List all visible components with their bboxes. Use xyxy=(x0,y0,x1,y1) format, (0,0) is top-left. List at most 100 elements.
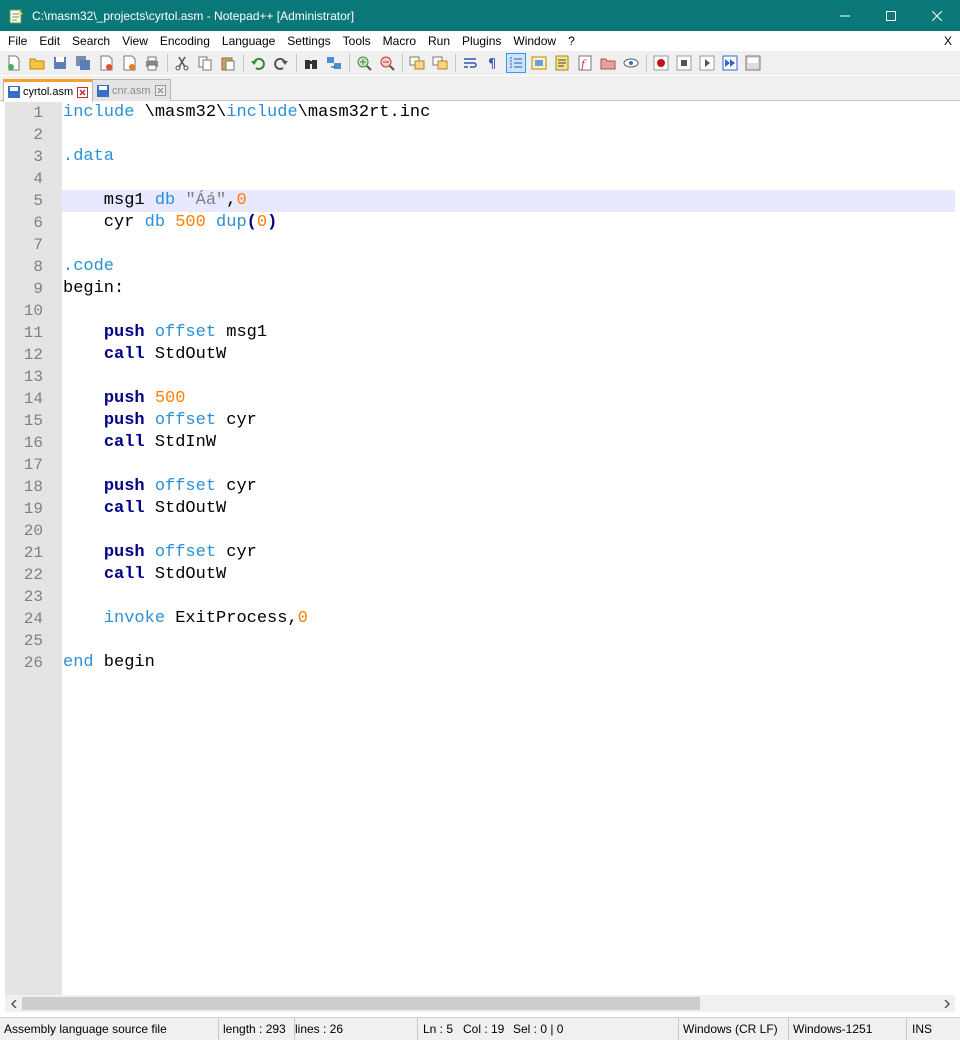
sync-horizontal-button[interactable] xyxy=(430,53,450,73)
code-line[interactable]: 17 xyxy=(5,454,955,476)
zoom-in-button[interactable] xyxy=(354,53,374,73)
tab-close-icon[interactable] xyxy=(154,85,166,96)
word-wrap-button[interactable] xyxy=(460,53,480,73)
stop-recording-button[interactable] xyxy=(674,53,694,73)
indent-guide-button[interactable] xyxy=(506,53,526,73)
chevron-left-icon xyxy=(10,999,17,1008)
find-button[interactable] xyxy=(301,53,321,73)
code-editor[interactable]: 1 include \masm32\include\masm32rt.inc 2 3.… xyxy=(5,102,955,995)
code-line[interactable]: 22 call StdOutW xyxy=(5,564,955,586)
close-all-icon xyxy=(123,55,136,71)
run-macro-multiple-button[interactable] xyxy=(720,53,740,73)
code-token: StdOutW xyxy=(144,499,227,518)
code-text-area[interactable]: 1 include \masm32\include\masm32rt.inc 2 3.… xyxy=(5,102,955,995)
code-line[interactable]: 25 xyxy=(5,630,955,652)
code-line[interactable]: 7 xyxy=(5,234,955,256)
menu-plugins[interactable]: Plugins xyxy=(456,31,507,51)
menu-window[interactable]: Window xyxy=(507,31,562,51)
tab-close-icon[interactable] xyxy=(77,86,89,98)
maximize-button[interactable] xyxy=(868,0,914,31)
menu-search[interactable]: Search xyxy=(66,31,116,51)
paste-icon xyxy=(221,57,235,71)
menu-tools[interactable]: Tools xyxy=(337,31,377,51)
close-document-button[interactable]: X xyxy=(944,31,952,51)
code-line[interactable]: 14 push 500 xyxy=(5,388,955,410)
code-line[interactable]: 4 xyxy=(5,168,955,190)
zoom-out-button[interactable] xyxy=(377,53,397,73)
code-line[interactable]: 23 xyxy=(5,586,955,608)
code-line[interactable]: 19 call StdOutW xyxy=(5,498,955,520)
new-file-button[interactable] xyxy=(4,53,24,73)
close-window-button[interactable] xyxy=(914,0,960,31)
menu-language[interactable]: Language xyxy=(216,31,281,51)
print-button[interactable] xyxy=(142,53,162,73)
cut-button[interactable] xyxy=(172,53,192,73)
code-line[interactable]: 9 begin: xyxy=(5,278,955,300)
user-defined-language-button[interactable] xyxy=(529,53,549,73)
menu-view[interactable]: View xyxy=(116,31,154,51)
code-line[interactable]: 12 call StdOutW xyxy=(5,344,955,366)
menu-help[interactable]: ? xyxy=(562,31,581,51)
open-file-button[interactable] xyxy=(27,53,47,73)
horizontal-scrollbar[interactable] xyxy=(5,995,955,1012)
tab-cnr-asm[interactable]: cnr.asm xyxy=(92,79,171,101)
menu-encoding[interactable]: Encoding xyxy=(154,31,216,51)
close-button[interactable] xyxy=(96,53,116,73)
menu-settings[interactable]: Settings xyxy=(281,31,336,51)
code-line[interactable]: 1 include \masm32\include\masm32rt.inc xyxy=(5,102,955,124)
record-macro-button[interactable] xyxy=(651,53,671,73)
sync-vertical-button[interactable] xyxy=(407,53,427,73)
code-line[interactable]: 5 msg1 db "Áá",0 xyxy=(5,190,955,212)
minimize-button[interactable] xyxy=(822,0,868,31)
code-token: offset xyxy=(154,323,217,342)
save-macro-button[interactable] xyxy=(743,53,763,73)
code-line[interactable]: 20 xyxy=(5,520,955,542)
status-encoding[interactable]: Windows-1251 xyxy=(789,1018,907,1040)
replace-button[interactable] xyxy=(324,53,344,73)
code-line[interactable]: 15 push offset cyr xyxy=(5,410,955,432)
redo-button[interactable] xyxy=(271,53,291,73)
save-all-button[interactable] xyxy=(73,53,93,73)
code-line[interactable]: 2 xyxy=(5,124,955,146)
scroll-left-button[interactable] xyxy=(5,995,22,1012)
code-line[interactable]: 16 call StdInW xyxy=(5,432,955,454)
copy-button[interactable] xyxy=(195,53,215,73)
function-list-button[interactable]: f xyxy=(575,53,595,73)
save-button[interactable] xyxy=(50,53,70,73)
code-line[interactable]: 11 push offset msg1 xyxy=(5,322,955,344)
zoom-in-icon xyxy=(357,56,372,71)
undo-button[interactable] xyxy=(248,53,268,73)
menu-macro[interactable]: Macro xyxy=(377,31,422,51)
tab-cyrtol-asm[interactable]: cyrtol.asm xyxy=(3,79,94,102)
line-text: call StdOutW xyxy=(63,498,226,520)
menu-file[interactable]: File xyxy=(2,31,33,51)
folder-as-workspace-button[interactable] xyxy=(598,53,618,73)
scroll-right-button[interactable] xyxy=(938,995,955,1012)
function-list-icon: f xyxy=(578,55,592,71)
scrollbar-thumb[interactable] xyxy=(22,997,700,1010)
menu-edit[interactable]: Edit xyxy=(33,31,66,51)
monitoring-button[interactable] xyxy=(621,53,641,73)
show-all-characters-button[interactable]: ¶ xyxy=(483,53,503,73)
code-line[interactable]: 6 cyr db 500 dup(0) xyxy=(5,212,955,234)
status-col: Col : 19 xyxy=(463,1022,505,1036)
document-map-button[interactable] xyxy=(552,53,572,73)
eye-icon xyxy=(623,58,639,68)
code-line[interactable]: 10 xyxy=(5,300,955,322)
play-macro-button[interactable] xyxy=(697,53,717,73)
code-line[interactable]: 24 invoke ExitProcess,0 xyxy=(5,608,955,630)
code-line[interactable]: 8 .code xyxy=(5,256,955,278)
paste-button[interactable] xyxy=(218,53,238,73)
code-token: push xyxy=(103,323,145,342)
code-line[interactable]: 3 .data xyxy=(5,146,955,168)
code-line[interactable]: 21 push offset cyr xyxy=(5,542,955,564)
code-token: push xyxy=(103,477,145,496)
code-line[interactable]: 18 push offset cyr xyxy=(5,476,955,498)
menu-run[interactable]: Run xyxy=(422,31,456,51)
code-line[interactable]: 13 xyxy=(5,366,955,388)
code-line[interactable]: 26 end begin xyxy=(5,652,955,674)
status-eol[interactable]: Windows (CR LF) xyxy=(679,1018,789,1040)
close-all-button[interactable] xyxy=(119,53,139,73)
